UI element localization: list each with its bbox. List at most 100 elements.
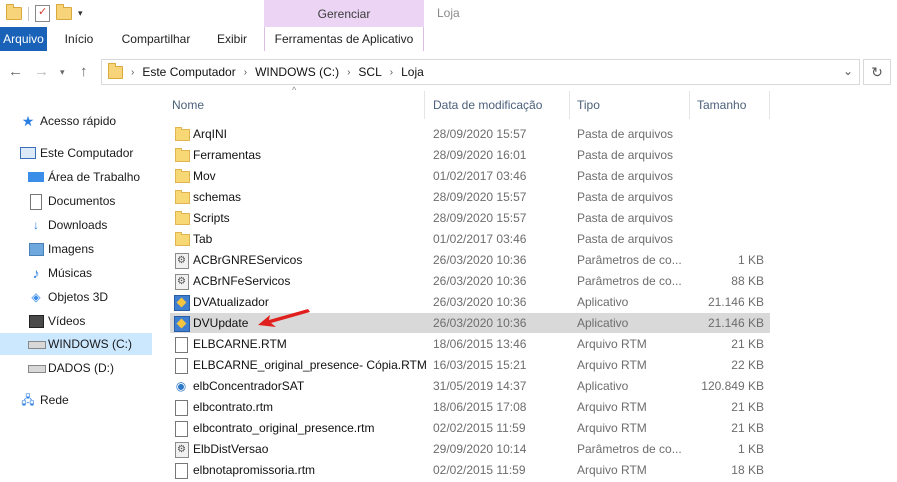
file-size: 88 KB [731,274,764,288]
address-history-chevron-icon[interactable]: ⌄ [843,64,853,78]
file-name: elbnotapromissoria.rtm [193,463,316,477]
nav-item-label: Área de Trabalho [48,170,141,184]
nav-item-imagens[interactable]: Imagens [0,238,152,260]
table-row[interactable]: elbnotapromissoria.rtm 02/02/2015 11:59 Ar… [170,460,770,480]
file-size: 1 KB [737,253,764,267]
recent-locations-chevron-icon[interactable]: ▾ [60,67,65,78]
navigation-pane: ★ Acesso rápido Este Computador Área de … [0,91,157,482]
nav-item-rede[interactable]: 🖧 Rede [0,389,152,411]
table-row[interactable]: Ferramentas 28/09/2020 16:01 Pasta de arqu… [170,145,770,165]
pictures-icon [29,243,44,256]
application-icon [174,316,190,332]
properties-icon[interactable] [35,5,50,22]
table-row[interactable]: elbcontrato_original_presence.rtm 02/02/2… [170,418,770,438]
file-date: 29/09/2020 10:14 [433,442,527,456]
nav-item-area-de-trabalho[interactable]: Área de Trabalho [0,166,152,188]
column-divider[interactable] [769,91,770,119]
folder-icon [6,4,22,20]
file-size: 21 KB [731,400,764,414]
table-row[interactable]: Scripts 28/09/2020 15:57 Pasta de arquivos [170,208,770,228]
table-row[interactable]: schemas 28/09/2020 15:57 Pasta de arquivos [170,187,770,207]
file-name: DVUpdate [193,316,249,330]
table-row[interactable]: Mov 01/02/2017 03:46 Pasta de arquivos [170,166,770,186]
table-row[interactable]: Tab 01/02/2017 03:46 Pasta de arquivos [170,229,770,249]
nav-item-label: DADOS (D:) [48,361,114,375]
forward-arrow-icon[interactable]: → [34,63,49,80]
column-header-tipo[interactable]: Tipo [577,91,687,119]
chevron-right-icon[interactable]: › [244,67,247,78]
application-icon [174,295,190,311]
table-row[interactable]: elbcontrato.rtm 18/06/2015 17:08 Arquivo R… [170,397,770,417]
tab-ferramentas-de-aplicativo[interactable]: Ferramentas de Aplicativo [264,27,424,51]
address-bar[interactable]: › Este Computador › WINDOWS (C:) › SCL ›… [101,59,860,85]
file-size: 22 KB [731,358,764,372]
file-date: 26/03/2020 10:36 [433,316,527,330]
toolbar-separator [28,6,29,21]
table-row[interactable]: ◉ elbConcentradorSAT 31/05/2019 14:37 Aplic… [170,376,770,396]
table-row[interactable]: ArqINI 28/09/2020 15:57 Pasta de arquivos [170,124,770,144]
file-name: elbConcentradorSAT [193,379,305,393]
column-header-data[interactable]: Data de modificação [433,91,568,119]
chevron-right-icon[interactable]: › [347,67,350,78]
nav-item-label: Vídeos [48,314,86,328]
table-row[interactable]: ELBCARNE.RTM 18/06/2015 13:46 Arquivo RTM 2… [170,334,770,354]
nav-item-downloads[interactable]: ↓ Downloads [0,214,152,236]
context-tab-group: Gerenciar [264,0,424,27]
table-row[interactable]: ACBrNFeServicos 26/03/2020 10:36 Parâmetro… [170,271,770,291]
nav-item-videos[interactable]: Vídeos [0,310,152,332]
file-type: Aplicativo [577,316,629,330]
breadcrumb-loja[interactable]: Loja [401,65,424,79]
folder-icon [108,62,123,79]
back-arrow-icon[interactable]: ← [8,63,23,80]
chevron-right-icon[interactable]: › [131,67,134,78]
breadcrumb-scl[interactable]: SCL [358,65,381,79]
nav-item-label: Rede [40,393,69,407]
table-row[interactable]: ACBrGNREServicos 26/03/2020 10:36 Parâmetr… [170,250,770,270]
column-divider[interactable] [569,91,570,119]
file-date: 02/02/2015 11:59 [433,463,526,477]
breadcrumb: › Este Computador › WINDOWS (C:) › SCL ›… [108,62,424,79]
nav-item-este-computador[interactable]: Este Computador [0,142,152,164]
file-date: 26/03/2020 10:36 [433,253,527,267]
up-arrow-icon[interactable]: ↑ [80,63,88,80]
chevron-right-icon[interactable]: › [390,67,393,78]
new-folder-icon[interactable] [56,4,72,20]
breadcrumb-este-computador[interactable]: Este Computador [142,65,235,79]
file-list: ^ Nome Data de modificação Tipo Tamanho … [158,85,897,482]
column-header-nome[interactable]: Nome [172,91,422,119]
column-divider[interactable] [689,91,690,119]
file-date: 28/09/2020 15:57 [433,127,527,141]
tab-inicio[interactable]: Início [53,27,105,51]
navigation-bar: ← → ▾ ↑ › Este Computador › WINDOWS (C:)… [0,51,897,91]
customize-toolbar-chevron-icon[interactable]: ▾ [78,8,83,19]
nav-item-acesso-rapido[interactable]: ★ Acesso rápido [0,110,152,132]
tab-arquivo[interactable]: Arquivo [0,27,47,51]
nav-item-dados-d[interactable]: DADOS (D:) [0,357,152,379]
nav-item-objetos-3d[interactable]: ◈ Objetos 3D [0,286,152,308]
file-type: Pasta de arquivos [577,127,674,141]
column-header-tamanho[interactable]: Tamanho [697,91,767,119]
file-date: 01/02/2017 03:46 [433,169,527,183]
drive-icon [28,365,46,373]
nav-item-documentos[interactable]: Documentos [0,190,152,212]
file-type: Arquivo RTM [577,400,647,414]
refresh-button[interactable]: ↻ [863,59,891,85]
folder-icon [175,211,190,225]
file-date: 28/09/2020 16:01 [433,148,527,162]
nav-item-windows-c[interactable]: WINDOWS (C:) [0,333,152,355]
file-size: 21.146 KB [707,295,764,309]
table-row[interactable]: ElbDistVersao 29/09/2020 10:14 Parâmetros … [170,439,770,459]
file-name: Tab [193,232,213,246]
nav-item-musicas[interactable]: ♪ Músicas [0,262,152,284]
column-divider[interactable] [424,91,425,119]
table-row[interactable]: ELBCARNE_original_presence- Cópia.RTM 16/… [170,355,770,375]
file-type: Pasta de arquivos [577,232,674,246]
tab-exibir[interactable]: Exibir [208,27,256,51]
tab-compartilhar[interactable]: Compartilhar [113,27,199,51]
nav-item-label: Imagens [48,242,95,256]
file-size: 120.849 KB [701,379,764,393]
quick-access-toolbar: ▾ [6,4,83,22]
breadcrumb-windows-c[interactable]: WINDOWS (C:) [255,65,339,79]
file-name: ACBrNFeServicos [193,274,291,288]
file-date: 18/06/2015 17:08 [433,400,527,414]
